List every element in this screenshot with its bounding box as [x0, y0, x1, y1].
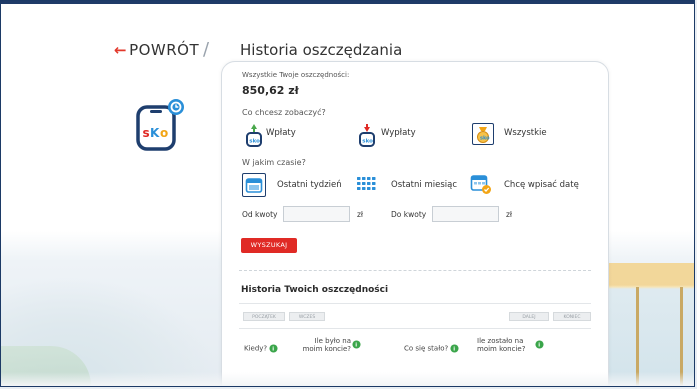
history-title: Historia Twoich oszczędności	[241, 285, 389, 295]
savings-amount: 850,62 zł	[242, 84, 299, 97]
month-calendar-icon	[357, 177, 376, 190]
to-amount-label: Do kwoty	[391, 210, 427, 219]
option-last-month-label: Ostatni miesiąc	[391, 180, 457, 190]
info-icon[interactable]: i	[269, 344, 278, 353]
svg-text:i: i	[355, 343, 357, 349]
back-label: POWRÓT	[129, 41, 200, 59]
to-amount-input[interactable]	[432, 206, 499, 222]
back-link[interactable]: ← POWRÓT	[114, 41, 199, 59]
column-balance-after: Ile zostało na moim koncie?	[477, 337, 535, 353]
deposit-icon: sko	[246, 124, 262, 147]
column-balance-before-label: Ile było na moim koncie?	[302, 337, 351, 353]
option-custom-date-label: Chcę wpisać datę	[504, 180, 579, 190]
back-arrow-icon: ←	[114, 41, 128, 59]
pager-last-button[interactable]: KONIEC	[553, 312, 591, 321]
page-title: Historia oszczędzania	[240, 41, 403, 59]
from-currency-label: zł	[357, 210, 364, 219]
svg-text:sko: sko	[480, 136, 490, 142]
custom-date-icon	[470, 175, 491, 194]
column-balance-before: Ile było na moim koncie?	[301, 337, 351, 353]
option-all-label: Wszystkie	[504, 128, 547, 138]
info-icon[interactable]: i	[352, 340, 361, 349]
column-when: Kiedy? i	[244, 344, 278, 353]
column-when-label: Kiedy?	[244, 344, 268, 353]
svg-text:K: K	[150, 126, 160, 140]
option-withdrawals-label: Wypłaty	[381, 128, 416, 138]
breadcrumb-separator: /	[203, 39, 210, 60]
to-currency-label: zł	[506, 210, 513, 219]
option-last-week-label: Ostatni tydzień	[277, 180, 342, 190]
bottom-fade	[1, 372, 694, 386]
info-icon[interactable]: i	[450, 344, 459, 353]
svg-text:i: i	[273, 347, 275, 353]
pager-prev-button[interactable]: WCZEŚ	[289, 312, 325, 321]
withdrawal-icon: sko	[359, 124, 375, 147]
svg-text:o: o	[160, 126, 168, 140]
top-strip	[1, 1, 694, 4]
what-label: Co chcesz zobaczyć?	[242, 108, 326, 117]
week-calendar-icon	[245, 178, 263, 193]
history-rule-top	[239, 303, 591, 304]
svg-text:sko: sko	[249, 139, 260, 145]
svg-text:sko: sko	[362, 139, 373, 145]
column-what-happened-label: Co się stało?	[404, 344, 449, 353]
pager-next-button[interactable]: DALEJ	[509, 312, 549, 321]
column-balance-after-label: Ile zostało na moim koncie?	[477, 337, 526, 353]
pager-first-button[interactable]: POCZĄTEK	[243, 312, 285, 321]
option-deposits-label: Wpłaty	[266, 128, 296, 138]
savings-label: Wszystkie Twoje oszczędności:	[242, 71, 350, 79]
sko-logo-icon: s K o	[136, 99, 184, 151]
svg-text:s: s	[143, 126, 150, 140]
section-divider	[239, 270, 591, 271]
column-what-happened: Co się stało? i	[404, 344, 459, 353]
from-amount-label: Od kwoty	[242, 210, 278, 219]
svg-text:i: i	[538, 343, 540, 349]
info-icon[interactable]: i	[535, 340, 544, 349]
from-amount-input[interactable]	[283, 206, 350, 222]
when-label: W jakim czasie?	[242, 158, 306, 167]
screen-frame: ← POWRÓT / Historia oszczędzania s K o Ws…	[0, 0, 695, 387]
all-icon: sko	[477, 127, 490, 143]
search-button[interactable]: WYSZUKAJ	[241, 238, 297, 253]
history-rule-bottom	[239, 328, 591, 329]
svg-text:i: i	[454, 347, 456, 353]
